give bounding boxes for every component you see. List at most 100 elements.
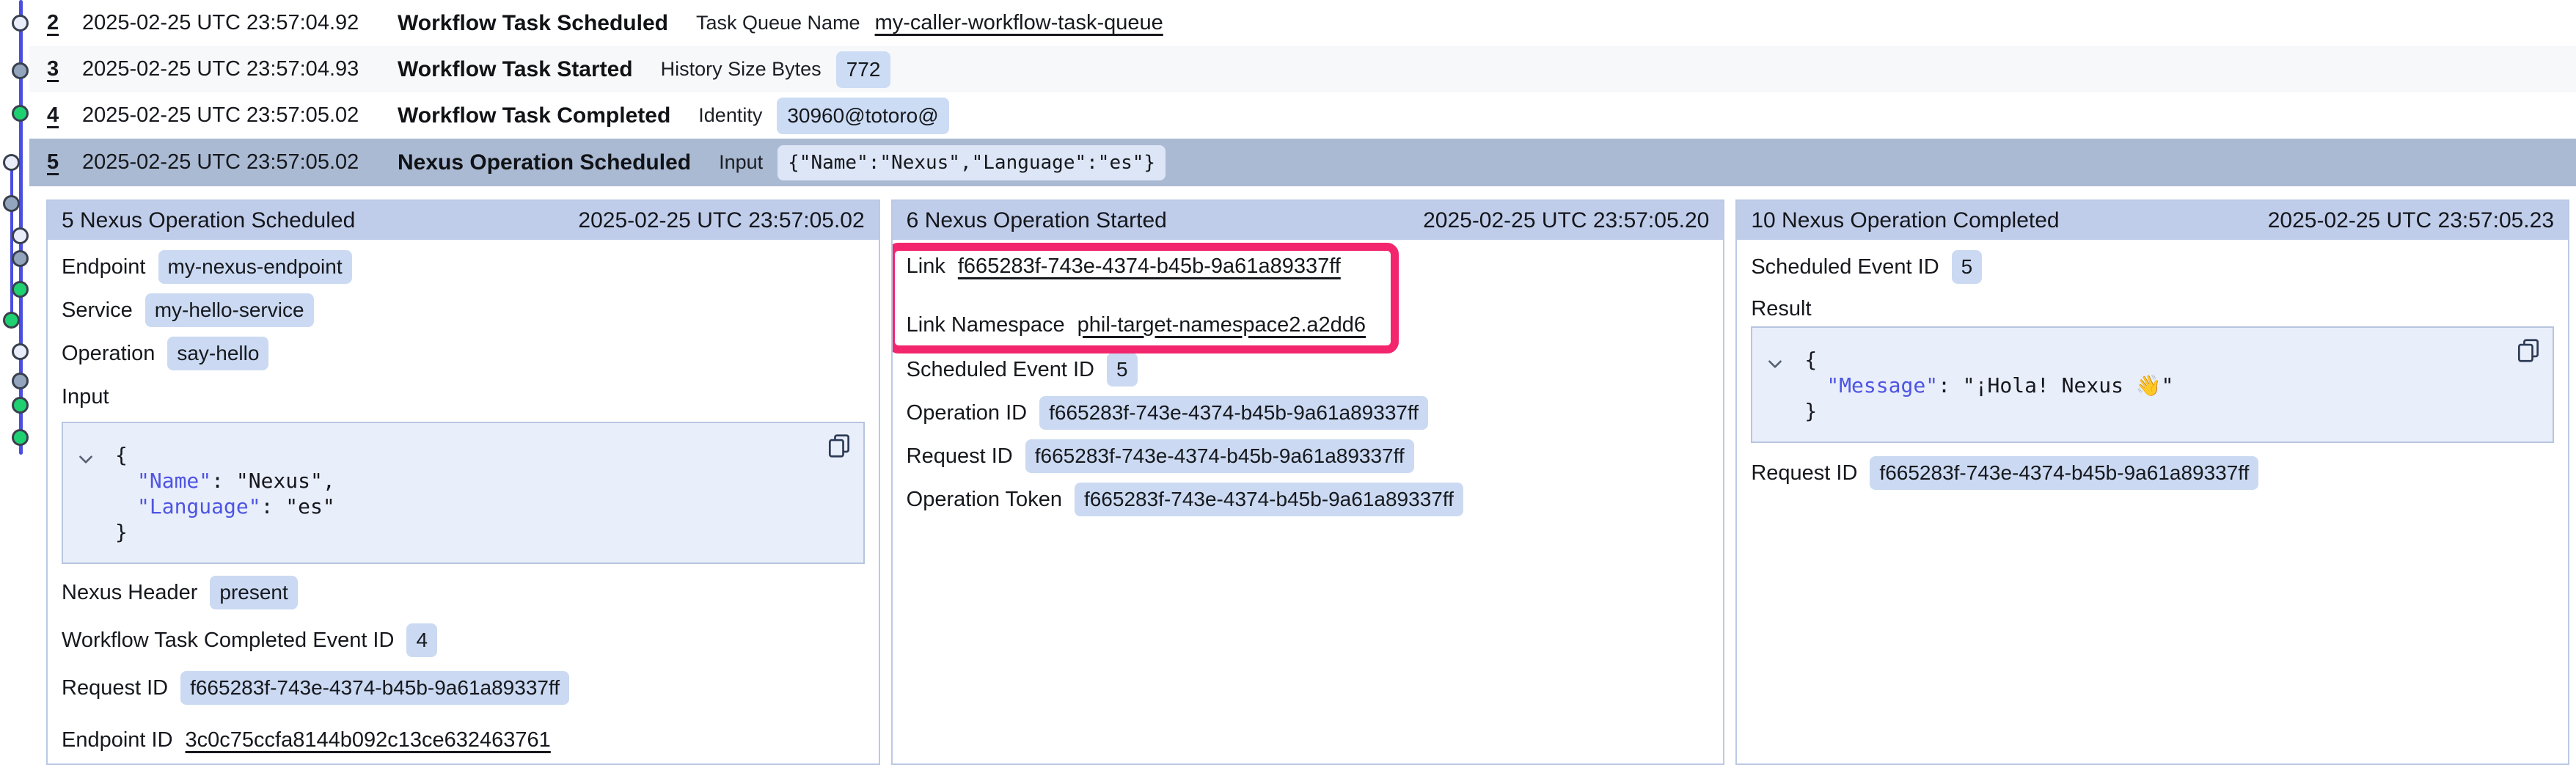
- field-label: Nexus Header: [62, 581, 197, 605]
- field-label: Service: [62, 298, 133, 323]
- panel-header: 5 Nexus Operation Scheduled 2025-02-25 U…: [48, 201, 879, 240]
- field-label: Operation: [62, 342, 155, 366]
- field-row-nexus-header: Nexus Header present: [62, 576, 865, 609]
- panel-timestamp: 2025-02-25 UTC 23:57:05.23: [2268, 208, 2554, 233]
- event-timestamp: 2025-02-25 UTC 23:57:05.02: [82, 150, 398, 175]
- collapse-chevron-icon[interactable]: [76, 450, 95, 469]
- event-status-dot: [12, 397, 29, 414]
- field-label: Endpoint ID: [62, 728, 173, 752]
- json-key: "Message": [1826, 373, 1938, 398]
- collapse-chevron-icon[interactable]: [1765, 354, 1785, 373]
- event-status-dot: [12, 281, 29, 298]
- field-row-wtc-event-id: Workflow Task Completed Event ID 4: [62, 623, 865, 657]
- field-label: Scheduled Event ID: [907, 358, 1094, 382]
- field-label: Operation Token: [907, 488, 1062, 512]
- field-value-badge: f665283f-743e-4374-b45b-9a61a89337ff: [1075, 483, 1463, 516]
- input-section-label: Input: [62, 382, 865, 411]
- copy-button[interactable]: [2514, 337, 2542, 364]
- event-status-dot: [3, 312, 20, 329]
- field-value-badge: 5: [1952, 250, 1983, 284]
- event-detail-chip: 772: [836, 51, 891, 88]
- endpoint-id-link[interactable]: 3c0c75ccfa8144b092c13ce632463761: [186, 728, 551, 752]
- event-detail-chip: 30960@totoro@: [777, 98, 948, 134]
- event-history-row[interactable]: 4 2025-02-25 UTC 23:57:05.02 Workflow Ta…: [29, 92, 2576, 139]
- field-row-scheduled-event-id: Scheduled Event ID 5: [1751, 250, 2554, 284]
- event-status-dot: [12, 105, 29, 122]
- result-section-label: Result: [1751, 294, 2554, 323]
- event-history-row[interactable]: 3 2025-02-25 UTC 23:57:04.93 Workflow Ta…: [29, 46, 2576, 92]
- panel-nexus-operation-started: 6 Nexus Operation Started 2025-02-25 UTC…: [891, 199, 1725, 765]
- field-row-link: Link f665283f-743e-4374-b45b-9a61a89337f…: [907, 250, 1710, 282]
- json-value: : "¡Hola! Nexus 👋": [1938, 373, 2173, 398]
- timeline-branch-line: [10, 163, 13, 321]
- field-label: Operation ID: [907, 401, 1027, 425]
- panel-body: Scheduled Event ID 5 Result: [1737, 240, 2568, 490]
- event-detail-chip: {"Name":"Nexus","Language":"es"}: [777, 145, 1166, 180]
- panel-title: 6 Nexus Operation Started: [907, 208, 1167, 233]
- nexus-link[interactable]: f665283f-743e-4374-b45b-9a61a89337ff: [958, 254, 1341, 279]
- event-detail-label: History Size Bytes: [661, 58, 822, 81]
- event-status-dot: [12, 15, 29, 32]
- field-label: Result: [1751, 297, 1811, 321]
- event-status-dot: [12, 250, 29, 267]
- copy-button[interactable]: [825, 432, 853, 460]
- json-key: "Name": [137, 469, 211, 493]
- panel-nexus-operation-completed: 10 Nexus Operation Completed 2025-02-25 …: [1735, 199, 2569, 765]
- field-label: Request ID: [1751, 461, 1857, 486]
- field-value-badge: present: [210, 576, 297, 609]
- event-status-dot: [3, 154, 20, 171]
- json-key: "Language": [137, 494, 261, 519]
- panel-title: 10 Nexus Operation Completed: [1751, 208, 2059, 233]
- field-row-request-id: Request ID f665283f-743e-4374-b45b-9a61a…: [62, 671, 865, 705]
- event-id-link[interactable]: 2: [47, 11, 63, 35]
- panel-header: 6 Nexus Operation Started 2025-02-25 UTC…: [893, 201, 1724, 240]
- field-row-link-namespace: Link Namespace phil-target-namespace2.a2…: [907, 309, 1710, 341]
- json-close-brace: }: [78, 519, 849, 545]
- event-status-dot: [12, 373, 29, 389]
- field-row-operation-id: Operation ID f665283f-743e-4374-b45b-9a6…: [907, 396, 1710, 430]
- panel-body: Link f665283f-743e-4374-b45b-9a61a89337f…: [893, 240, 1724, 516]
- field-value-badge: f665283f-743e-4374-b45b-9a61a89337ff: [1870, 456, 2258, 490]
- field-label: Endpoint: [62, 255, 146, 279]
- field-value-badge: f665283f-743e-4374-b45b-9a61a89337ff: [1039, 396, 1428, 430]
- event-detail-label: Task Queue Name: [696, 12, 860, 34]
- event-history-row-selected[interactable]: 5 2025-02-25 UTC 23:57:05.02 Nexus Opera…: [29, 139, 2576, 186]
- field-label: Link Namespace: [907, 313, 1065, 337]
- field-value-badge: f665283f-743e-4374-b45b-9a61a89337ff: [180, 671, 569, 705]
- field-label: Request ID: [907, 444, 1013, 469]
- field-label: Request ID: [62, 676, 168, 700]
- field-row-endpoint-id: Endpoint ID 3c0c75ccfa8144b092c13ce63246…: [62, 724, 865, 756]
- field-value-badge: my-hello-service: [145, 293, 314, 327]
- field-value-badge: 4: [406, 623, 437, 657]
- task-queue-link[interactable]: my-caller-workflow-task-queue: [875, 11, 1163, 35]
- panel-nexus-operation-scheduled: 5 Nexus Operation Scheduled 2025-02-25 U…: [46, 199, 880, 765]
- field-value-badge: 5: [1107, 353, 1138, 386]
- event-id-link[interactable]: 4: [47, 103, 63, 128]
- field-label: Scheduled Event ID: [1751, 255, 1939, 279]
- field-row-operation: Operation say-hello: [62, 337, 865, 370]
- event-id-link[interactable]: 3: [47, 57, 63, 81]
- field-row-operation-token: Operation Token f665283f-743e-4374-b45b-…: [907, 483, 1710, 516]
- event-status-dot: [12, 227, 29, 244]
- event-name: Workflow Task Started: [398, 57, 633, 82]
- event-status-dot: [12, 343, 29, 360]
- json-payload-viewer: { "Name": "Nexus", "Language": "es" }: [62, 422, 865, 564]
- field-label: Input: [62, 385, 109, 409]
- event-timestamp: 2025-02-25 UTC 23:57:05.02: [82, 103, 398, 128]
- json-close-brace: }: [1767, 398, 2538, 424]
- field-value-badge: say-hello: [167, 337, 268, 370]
- field-row-request-id: Request ID f665283f-743e-4374-b45b-9a61a…: [1751, 456, 2554, 490]
- panel-body: Endpoint my-nexus-endpoint Service my-he…: [48, 240, 879, 756]
- panel-title: 5 Nexus Operation Scheduled: [62, 208, 355, 233]
- event-timestamp: 2025-02-25 UTC 23:57:04.93: [82, 57, 398, 81]
- event-id-link[interactable]: 5: [47, 150, 63, 175]
- json-value: : "Nexus",: [211, 469, 335, 493]
- json-payload-viewer: { "Message": "¡Hola! Nexus 👋" }: [1751, 326, 2554, 443]
- json-value: : "es": [261, 494, 335, 519]
- field-row-scheduled-event-id: Scheduled Event ID 5: [907, 353, 1710, 386]
- event-detail-label: Input: [719, 151, 763, 174]
- link-namespace-link[interactable]: phil-target-namespace2.a2dd6: [1077, 313, 1366, 337]
- event-name: Workflow Task Completed: [398, 103, 670, 128]
- event-status-dot: [12, 62, 29, 79]
- event-history-row[interactable]: 2 2025-02-25 UTC 23:57:04.92 Workflow Ta…: [29, 0, 2576, 46]
